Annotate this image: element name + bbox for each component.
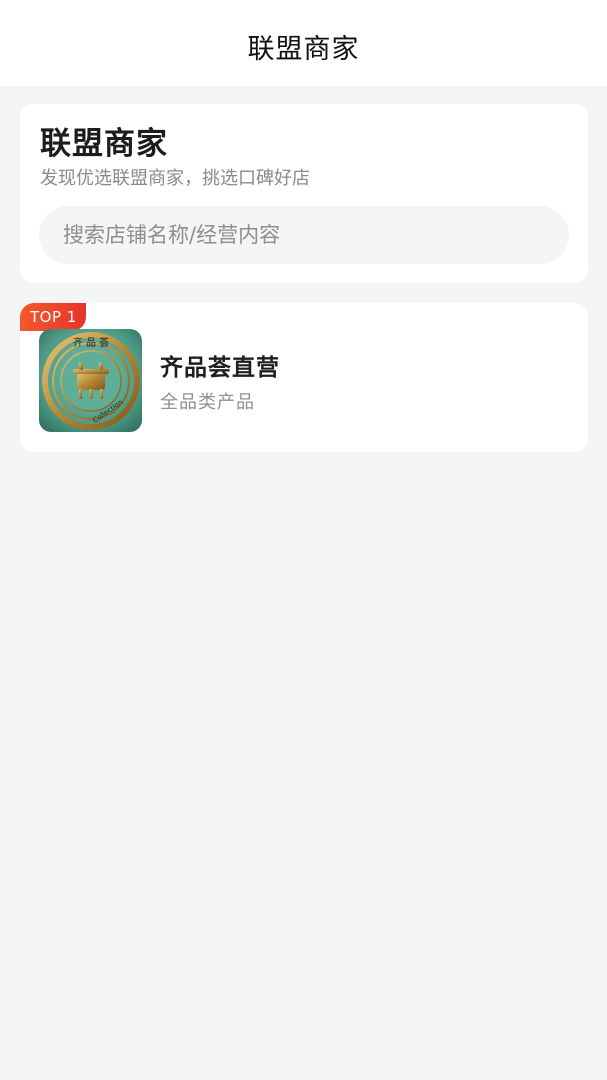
page-subtitle: 发现优选联盟商家，挑选口碑好店 [40,168,310,189]
nav-bar: 联盟商家 [0,0,607,86]
header-card: 联盟商家 发现优选联盟商家，挑选口碑好店 [20,104,588,283]
logo-chinese-text: 齐 品 荟 [73,336,109,349]
page-title: 联盟商家 [40,126,168,162]
rank-badge: TOP 1 [20,303,86,331]
store-category: 全品类产品 [160,392,255,413]
search-input[interactable] [39,206,569,264]
store-name: 齐品荟直营 [160,355,280,381]
store-logo: 齐 品 荟 Collection [39,329,142,432]
nav-title: 联盟商家 [247,33,360,65]
store-card[interactable]: TOP 1 齐 品 荟 Collection 齐品荟直营 全品类产品 [20,303,588,452]
